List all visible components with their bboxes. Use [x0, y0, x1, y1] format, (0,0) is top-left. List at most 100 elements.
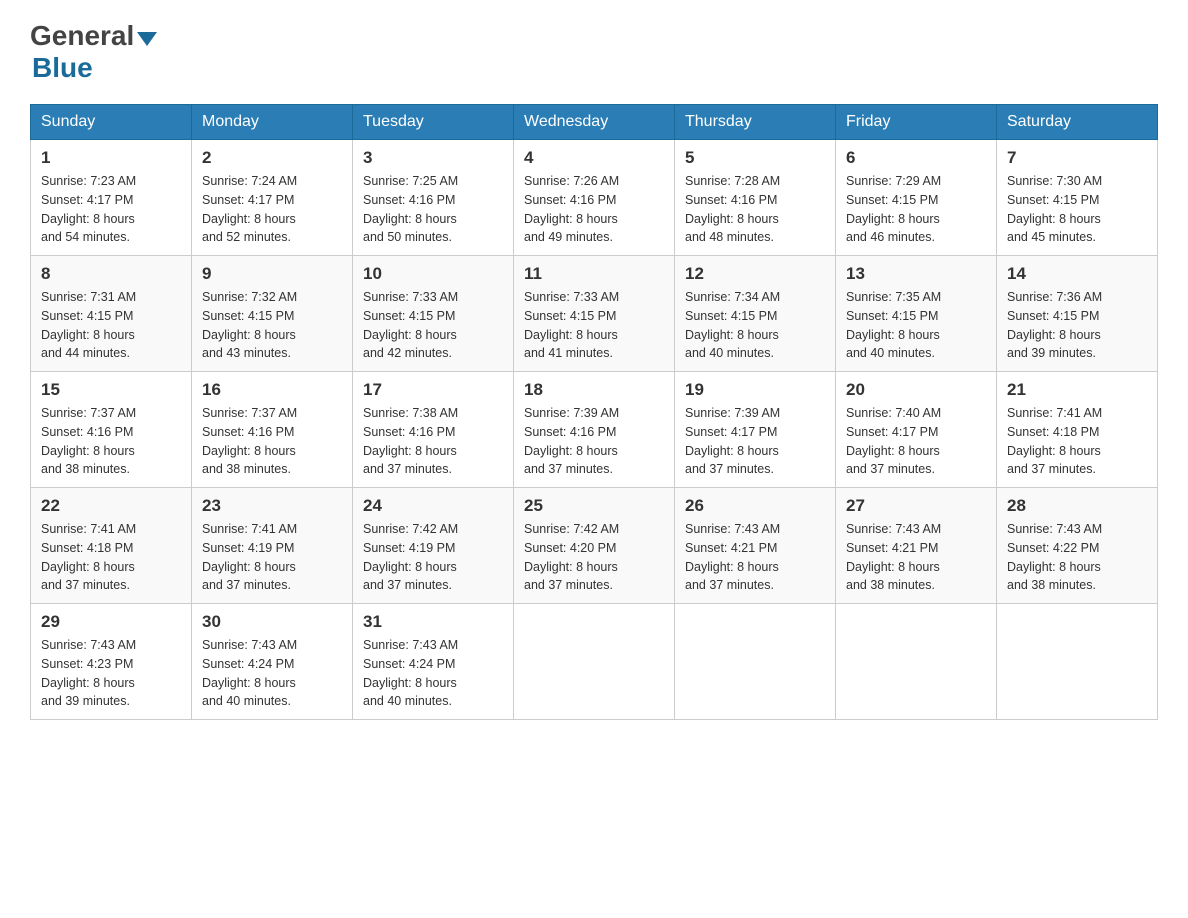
- day-info: Sunrise: 7:23 AM Sunset: 4:17 PM Dayligh…: [41, 172, 181, 247]
- day-number: 5: [685, 148, 825, 168]
- day-info: Sunrise: 7:28 AM Sunset: 4:16 PM Dayligh…: [685, 172, 825, 247]
- day-info: Sunrise: 7:33 AM Sunset: 4:15 PM Dayligh…: [363, 288, 503, 363]
- day-number: 12: [685, 264, 825, 284]
- col-header-monday: Monday: [192, 105, 353, 140]
- day-number: 26: [685, 496, 825, 516]
- col-header-tuesday: Tuesday: [353, 105, 514, 140]
- calendar-cell: 2 Sunrise: 7:24 AM Sunset: 4:17 PM Dayli…: [192, 140, 353, 256]
- day-info: Sunrise: 7:29 AM Sunset: 4:15 PM Dayligh…: [846, 172, 986, 247]
- day-number: 17: [363, 380, 503, 400]
- calendar-cell: [836, 604, 997, 720]
- calendar-cell: 11 Sunrise: 7:33 AM Sunset: 4:15 PM Dayl…: [514, 256, 675, 372]
- calendar-cell: 5 Sunrise: 7:28 AM Sunset: 4:16 PM Dayli…: [675, 140, 836, 256]
- day-number: 9: [202, 264, 342, 284]
- calendar-cell: 27 Sunrise: 7:43 AM Sunset: 4:21 PM Dayl…: [836, 488, 997, 604]
- calendar-cell: [997, 604, 1158, 720]
- calendar-cell: 14 Sunrise: 7:36 AM Sunset: 4:15 PM Dayl…: [997, 256, 1158, 372]
- day-info: Sunrise: 7:41 AM Sunset: 4:18 PM Dayligh…: [41, 520, 181, 595]
- day-info: Sunrise: 7:43 AM Sunset: 4:22 PM Dayligh…: [1007, 520, 1147, 595]
- day-number: 19: [685, 380, 825, 400]
- day-number: 18: [524, 380, 664, 400]
- day-info: Sunrise: 7:30 AM Sunset: 4:15 PM Dayligh…: [1007, 172, 1147, 247]
- day-number: 25: [524, 496, 664, 516]
- calendar-cell: 13 Sunrise: 7:35 AM Sunset: 4:15 PM Dayl…: [836, 256, 997, 372]
- calendar-cell: 4 Sunrise: 7:26 AM Sunset: 4:16 PM Dayli…: [514, 140, 675, 256]
- calendar-cell: 30 Sunrise: 7:43 AM Sunset: 4:24 PM Dayl…: [192, 604, 353, 720]
- day-number: 11: [524, 264, 664, 284]
- calendar-cell: 16 Sunrise: 7:37 AM Sunset: 4:16 PM Dayl…: [192, 372, 353, 488]
- day-info: Sunrise: 7:43 AM Sunset: 4:23 PM Dayligh…: [41, 636, 181, 711]
- day-number: 15: [41, 380, 181, 400]
- day-info: Sunrise: 7:43 AM Sunset: 4:24 PM Dayligh…: [363, 636, 503, 711]
- day-info: Sunrise: 7:25 AM Sunset: 4:16 PM Dayligh…: [363, 172, 503, 247]
- calendar-cell: 12 Sunrise: 7:34 AM Sunset: 4:15 PM Dayl…: [675, 256, 836, 372]
- calendar-cell: 21 Sunrise: 7:41 AM Sunset: 4:18 PM Dayl…: [997, 372, 1158, 488]
- calendar-cell: 26 Sunrise: 7:43 AM Sunset: 4:21 PM Dayl…: [675, 488, 836, 604]
- calendar-cell: 29 Sunrise: 7:43 AM Sunset: 4:23 PM Dayl…: [31, 604, 192, 720]
- calendar-cell: 24 Sunrise: 7:42 AM Sunset: 4:19 PM Dayl…: [353, 488, 514, 604]
- calendar-cell: [514, 604, 675, 720]
- day-info: Sunrise: 7:43 AM Sunset: 4:21 PM Dayligh…: [846, 520, 986, 595]
- logo: General Blue: [30, 20, 157, 84]
- calendar-cell: 23 Sunrise: 7:41 AM Sunset: 4:19 PM Dayl…: [192, 488, 353, 604]
- day-info: Sunrise: 7:41 AM Sunset: 4:19 PM Dayligh…: [202, 520, 342, 595]
- day-number: 28: [1007, 496, 1147, 516]
- day-number: 13: [846, 264, 986, 284]
- calendar-cell: 31 Sunrise: 7:43 AM Sunset: 4:24 PM Dayl…: [353, 604, 514, 720]
- col-header-thursday: Thursday: [675, 105, 836, 140]
- calendar-week-row: 1 Sunrise: 7:23 AM Sunset: 4:17 PM Dayli…: [31, 140, 1158, 256]
- day-info: Sunrise: 7:39 AM Sunset: 4:17 PM Dayligh…: [685, 404, 825, 479]
- logo-blue: Blue: [32, 52, 93, 84]
- logo-arrow-icon: [137, 32, 157, 46]
- day-info: Sunrise: 7:43 AM Sunset: 4:21 PM Dayligh…: [685, 520, 825, 595]
- calendar-cell: 3 Sunrise: 7:25 AM Sunset: 4:16 PM Dayli…: [353, 140, 514, 256]
- day-number: 6: [846, 148, 986, 168]
- calendar-week-row: 8 Sunrise: 7:31 AM Sunset: 4:15 PM Dayli…: [31, 256, 1158, 372]
- day-number: 20: [846, 380, 986, 400]
- day-info: Sunrise: 7:40 AM Sunset: 4:17 PM Dayligh…: [846, 404, 986, 479]
- day-number: 7: [1007, 148, 1147, 168]
- col-header-saturday: Saturday: [997, 105, 1158, 140]
- day-number: 3: [363, 148, 503, 168]
- calendar-week-row: 29 Sunrise: 7:43 AM Sunset: 4:23 PM Dayl…: [31, 604, 1158, 720]
- day-number: 22: [41, 496, 181, 516]
- day-number: 30: [202, 612, 342, 632]
- day-number: 1: [41, 148, 181, 168]
- day-info: Sunrise: 7:34 AM Sunset: 4:15 PM Dayligh…: [685, 288, 825, 363]
- calendar-cell: 20 Sunrise: 7:40 AM Sunset: 4:17 PM Dayl…: [836, 372, 997, 488]
- day-number: 23: [202, 496, 342, 516]
- col-header-sunday: Sunday: [31, 105, 192, 140]
- day-number: 10: [363, 264, 503, 284]
- calendar-cell: 22 Sunrise: 7:41 AM Sunset: 4:18 PM Dayl…: [31, 488, 192, 604]
- calendar-header-row: SundayMondayTuesdayWednesdayThursdayFrid…: [31, 105, 1158, 140]
- day-number: 2: [202, 148, 342, 168]
- day-info: Sunrise: 7:38 AM Sunset: 4:16 PM Dayligh…: [363, 404, 503, 479]
- calendar-cell: 25 Sunrise: 7:42 AM Sunset: 4:20 PM Dayl…: [514, 488, 675, 604]
- day-info: Sunrise: 7:37 AM Sunset: 4:16 PM Dayligh…: [41, 404, 181, 479]
- calendar-cell: 6 Sunrise: 7:29 AM Sunset: 4:15 PM Dayli…: [836, 140, 997, 256]
- day-info: Sunrise: 7:26 AM Sunset: 4:16 PM Dayligh…: [524, 172, 664, 247]
- day-info: Sunrise: 7:31 AM Sunset: 4:15 PM Dayligh…: [41, 288, 181, 363]
- day-number: 24: [363, 496, 503, 516]
- day-number: 27: [846, 496, 986, 516]
- day-info: Sunrise: 7:42 AM Sunset: 4:19 PM Dayligh…: [363, 520, 503, 595]
- day-info: Sunrise: 7:43 AM Sunset: 4:24 PM Dayligh…: [202, 636, 342, 711]
- day-number: 31: [363, 612, 503, 632]
- day-info: Sunrise: 7:37 AM Sunset: 4:16 PM Dayligh…: [202, 404, 342, 479]
- calendar-cell: 9 Sunrise: 7:32 AM Sunset: 4:15 PM Dayli…: [192, 256, 353, 372]
- calendar-cell: 28 Sunrise: 7:43 AM Sunset: 4:22 PM Dayl…: [997, 488, 1158, 604]
- col-header-wednesday: Wednesday: [514, 105, 675, 140]
- day-number: 8: [41, 264, 181, 284]
- calendar-week-row: 22 Sunrise: 7:41 AM Sunset: 4:18 PM Dayl…: [31, 488, 1158, 604]
- day-number: 4: [524, 148, 664, 168]
- calendar-cell: 19 Sunrise: 7:39 AM Sunset: 4:17 PM Dayl…: [675, 372, 836, 488]
- calendar-cell: [675, 604, 836, 720]
- day-info: Sunrise: 7:41 AM Sunset: 4:18 PM Dayligh…: [1007, 404, 1147, 479]
- day-number: 16: [202, 380, 342, 400]
- day-info: Sunrise: 7:24 AM Sunset: 4:17 PM Dayligh…: [202, 172, 342, 247]
- calendar-cell: 1 Sunrise: 7:23 AM Sunset: 4:17 PM Dayli…: [31, 140, 192, 256]
- calendar-cell: 18 Sunrise: 7:39 AM Sunset: 4:16 PM Dayl…: [514, 372, 675, 488]
- calendar-cell: 8 Sunrise: 7:31 AM Sunset: 4:15 PM Dayli…: [31, 256, 192, 372]
- calendar-cell: 7 Sunrise: 7:30 AM Sunset: 4:15 PM Dayli…: [997, 140, 1158, 256]
- day-info: Sunrise: 7:33 AM Sunset: 4:15 PM Dayligh…: [524, 288, 664, 363]
